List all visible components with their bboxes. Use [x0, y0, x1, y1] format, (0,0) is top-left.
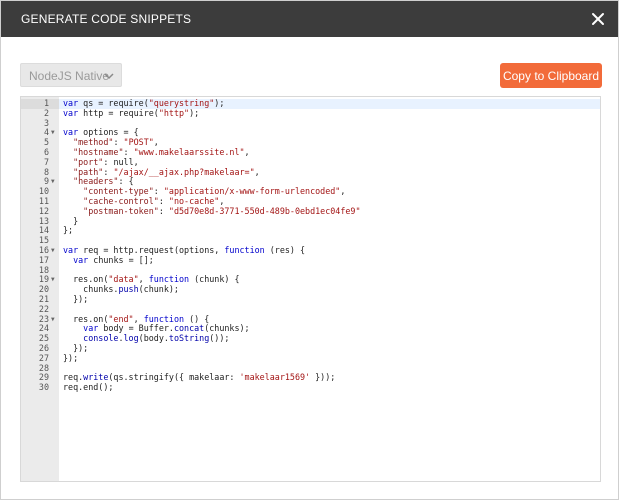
chevron-down-icon [103, 69, 115, 81]
fold-arrow-icon[interactable]: ▼ [51, 128, 55, 138]
line-number: 30 [38, 382, 49, 393]
copy-to-clipboard-button[interactable]: Copy to Clipboard [500, 63, 602, 88]
code-text: "postman-token": "d5d70e8d-3771-550d-489… [83, 205, 361, 216]
fold-arrow-icon[interactable]: ▼ [51, 246, 55, 256]
code-text: var http = require("http"); [63, 107, 200, 118]
code-text: }; [63, 225, 74, 236]
code-line: 2 var http = require("http"); [21, 107, 600, 119]
code-line: 14}; [21, 225, 600, 236]
code-line: 12 "postman-token": "d5d70e8d-3771-550d-… [21, 205, 600, 217]
code-line: 25 console.log(body.toString()); [21, 333, 600, 344]
code-line: 17 var chunks = []; [21, 254, 600, 266]
fold-arrow-icon[interactable]: ▼ [51, 315, 55, 325]
language-select-value: NodeJS Native [29, 69, 110, 83]
fold-arrow-icon[interactable]: ▼ [51, 177, 55, 187]
code-text: var chunks = []; [73, 254, 154, 265]
code-editor[interactable]: 1 var qs = require("querystring"); 2 var ht… [20, 96, 601, 482]
code-line: 21 }); [21, 293, 600, 305]
code-text: }); [63, 293, 89, 304]
code-line: 20 chunks.push(chunk); [21, 284, 600, 295]
code-line: 13 } [21, 216, 600, 227]
close-icon[interactable] [588, 9, 608, 29]
code-line: 27}); [21, 352, 600, 364]
dialog-title: GENERATE CODE SNIPPETS [21, 12, 192, 26]
code-text: req.end(); [63, 382, 114, 393]
code-line: 30 req.end(); [21, 382, 600, 393]
language-select[interactable]: NodeJS Native [20, 63, 122, 87]
code-line: 26 }); [21, 343, 600, 354]
code-lines: 1 var qs = require("querystring"); 2 var ht… [21, 98, 600, 393]
code-text: }); [63, 352, 79, 363]
fold-arrow-icon[interactable]: ▼ [51, 275, 55, 285]
generate-code-snippets-dialog: GENERATE CODE SNIPPETS NodeJS Native Cop… [0, 0, 619, 500]
dialog-titlebar: GENERATE CODE SNIPPETS [1, 1, 618, 37]
